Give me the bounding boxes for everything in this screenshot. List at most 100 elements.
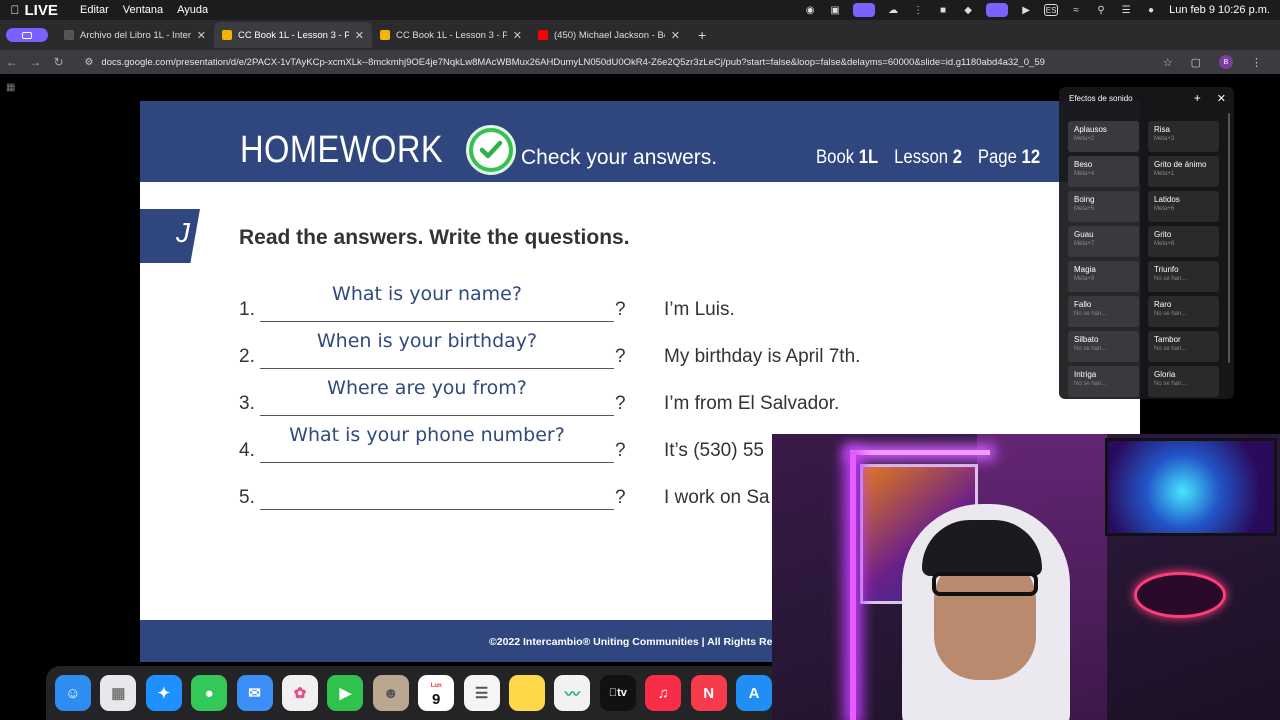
webcam-person-glasses: [932, 572, 1038, 596]
bookmark-star-icon[interactable]: ☆: [1163, 56, 1173, 69]
sound-effect-button[interactable]: Silbato No se han...: [1068, 331, 1139, 362]
menu-kebab-icon[interactable]: ⋮: [1251, 56, 1262, 69]
photos-icon[interactable]: ✿: [282, 675, 318, 711]
search-icon[interactable]: ⚲: [1094, 4, 1108, 16]
sound-effect-button[interactable]: Magia Meta+9: [1068, 261, 1139, 292]
forward-icon[interactable]: →: [23, 55, 46, 69]
menu-ayuda[interactable]: Ayuda: [177, 4, 208, 16]
contacts-icon[interactable]: ☻: [372, 675, 409, 711]
written-answer: What is your name?: [332, 283, 522, 305]
webcam-overlay: [772, 434, 1280, 720]
sound-effect-button[interactable]: Grito Meta+8: [1148, 226, 1219, 257]
appletv-icon[interactable]: tv: [599, 675, 636, 711]
new-tab-icon[interactable]: +: [698, 27, 706, 43]
tab-bar: Archivo del Libro 1L - Intercambio ✕ CC …: [0, 20, 1280, 50]
wifi-icon[interactable]: ≈: [1069, 4, 1083, 16]
sound-effect-button[interactable]: Grito de ánimo Meta+1: [1148, 156, 1219, 187]
tab-cc-book-active[interactable]: CC Book 1L - Lesson 3 - Presentation ✕: [214, 22, 372, 48]
tab-archivo[interactable]: Archivo del Libro 1L - Intercambio ✕: [56, 22, 214, 48]
control-center-icon[interactable]: ☰: [1119, 4, 1133, 16]
close-tab-icon[interactable]: ✕: [355, 29, 364, 42]
siri-icon[interactable]: ●: [1144, 4, 1158, 16]
sound-effect-button[interactable]: Guau Meta+7: [1068, 226, 1139, 257]
facetime-icon[interactable]: ▶: [327, 675, 364, 711]
finder-icon[interactable]: ☺: [55, 675, 91, 711]
webcam-neon-light: [850, 454, 856, 720]
menu-ventana[interactable]: Ventana: [123, 4, 163, 16]
news-icon[interactable]: N: [690, 675, 727, 711]
screen-mirror-icon[interactable]: [986, 3, 1009, 17]
sound-effect-button[interactable]: Intriga No se han...: [1068, 366, 1139, 397]
sound-effect-button[interactable]: Boing Meta+5: [1068, 191, 1139, 222]
calendar-icon[interactable]: Lun 9: [418, 675, 455, 711]
camera-icon[interactable]: ◉: [803, 4, 817, 16]
dock: ☺ ▦ ✦ ● ✉ ✿ ▶ ☻ Lun9 ☰ 〰 tv ♫ N A: [46, 666, 772, 720]
menu-bar:  TikTok LIVE Studio Editar Ventana Ayud…: [0, 0, 1280, 36]
close-tab-icon[interactable]: ✕: [671, 29, 680, 42]
given-response: I’m from El Salvador.: [664, 393, 840, 414]
tab-title: CC Book 1L - Lesson 3 - Presentation: [396, 29, 507, 41]
music-icon[interactable]: ♫: [645, 675, 682, 711]
mail-icon[interactable]: ✉: [236, 675, 273, 711]
slides-favicon-icon: [222, 30, 232, 40]
reload-icon[interactable]: ↻: [47, 55, 70, 69]
tab-title: (450) Michael Jackson - Beat It: [554, 29, 665, 41]
slide-title: HOMEWORK: [240, 129, 444, 171]
slide-header: HOMEWORK Check your answers. Book 1L Less…: [140, 101, 1140, 182]
cloud-icon[interactable]: ☁: [886, 4, 900, 16]
freeform-icon[interactable]: 〰: [554, 675, 591, 711]
given-response: I’m Luis.: [664, 299, 735, 320]
close-icon[interactable]: ✕: [1217, 92, 1226, 105]
sound-effect-button[interactable]: Fallo No se han...: [1068, 296, 1139, 327]
extensions-icon[interactable]: ▢: [1191, 56, 1201, 69]
tab-youtube[interactable]: (450) Michael Jackson - Beat It ✕: [530, 22, 688, 48]
given-response: I work on Sa: [664, 487, 770, 508]
mixer-icon[interactable]: ⋮: [911, 4, 925, 16]
instructions: Read the answers. Write the questions.: [239, 226, 630, 249]
launchpad-icon[interactable]: ▦: [100, 675, 137, 711]
clock[interactable]: Lun feb 9 10:26 p.m.: [1169, 4, 1270, 16]
doc-favicon-icon: [64, 30, 74, 40]
sound-effect-button[interactable]: Risa Meta+3: [1148, 121, 1219, 152]
screen-record-icon[interactable]: ▣: [828, 4, 842, 16]
sound-effect-button[interactable]: Aplausos Meta+2: [1068, 121, 1139, 152]
address-bar[interactable]: ⚙ docs.google.com/presentation/d/e/2PACX…: [76, 52, 1163, 72]
scrollbar[interactable]: [1228, 113, 1230, 363]
notes-icon[interactable]: [509, 675, 545, 711]
add-icon[interactable]: +: [1194, 91, 1201, 105]
sound-effect-button[interactable]: Gloria No se han...: [1148, 366, 1219, 397]
safari-icon[interactable]: ✦: [145, 675, 182, 711]
slides-favicon-icon: [380, 30, 390, 40]
messages-icon[interactable]: ●: [191, 675, 228, 711]
sound-effect-button[interactable]: Tambor No se han...: [1148, 331, 1219, 362]
close-tab-icon[interactable]: ✕: [513, 29, 522, 42]
close-tab-icon[interactable]: ✕: [197, 29, 206, 42]
browser-toolbar: ← → ↻ ⚙ docs.google.com/presentation/d/e…: [0, 50, 1280, 74]
site-info-icon[interactable]: ⚙: [84, 57, 93, 68]
sound-effect-button[interactable]: Latidos Meta+6: [1148, 191, 1219, 222]
back-icon[interactable]: ←: [0, 55, 23, 69]
url-text: docs.google.com/presentation/d/e/2PACX-1…: [101, 56, 1045, 68]
tab-search-icon[interactable]: [6, 28, 48, 42]
written-answer: Where are you from?: [327, 377, 527, 399]
play-icon[interactable]: ▶: [1019, 4, 1033, 16]
sound-effect-button[interactable]: Beso Meta+4: [1068, 156, 1139, 187]
status-area: ◉ ▣ ☁ ⋮ ■ ◆ ▶ ES ≈ ⚲ ☰ ● Lun feb 9 10:26…: [803, 3, 1280, 17]
sound-effect-button[interactable]: Raro No se han...: [1148, 296, 1219, 327]
profile-avatar[interactable]: B: [1219, 55, 1233, 69]
reminders-icon[interactable]: ☰: [463, 675, 500, 711]
input-language[interactable]: ES: [1044, 4, 1059, 16]
section-tag: J: [140, 209, 200, 263]
tab-cc-book[interactable]: CC Book 1L - Lesson 3 - Presentation ✕: [372, 22, 530, 48]
sound-effect-button[interactable]: Triunfo No se han...: [1148, 261, 1219, 292]
appstore-icon[interactable]: A: [736, 675, 772, 711]
car-icon[interactable]: ■: [936, 4, 950, 16]
youtube-favicon-icon: [538, 30, 548, 40]
active-window-icon[interactable]: [853, 3, 876, 17]
exercise-row: 2. When is your birthday? ? My birthday i…: [239, 330, 861, 369]
network-icon[interactable]: ◆: [961, 4, 975, 16]
apps-grid-icon[interactable]: ▦: [6, 82, 15, 93]
exercise-row: 3. Where are you from? ? I’m from El Salv…: [239, 377, 840, 416]
written-answer: When is your birthday?: [316, 330, 538, 352]
menu-editar[interactable]: Editar: [80, 4, 109, 16]
